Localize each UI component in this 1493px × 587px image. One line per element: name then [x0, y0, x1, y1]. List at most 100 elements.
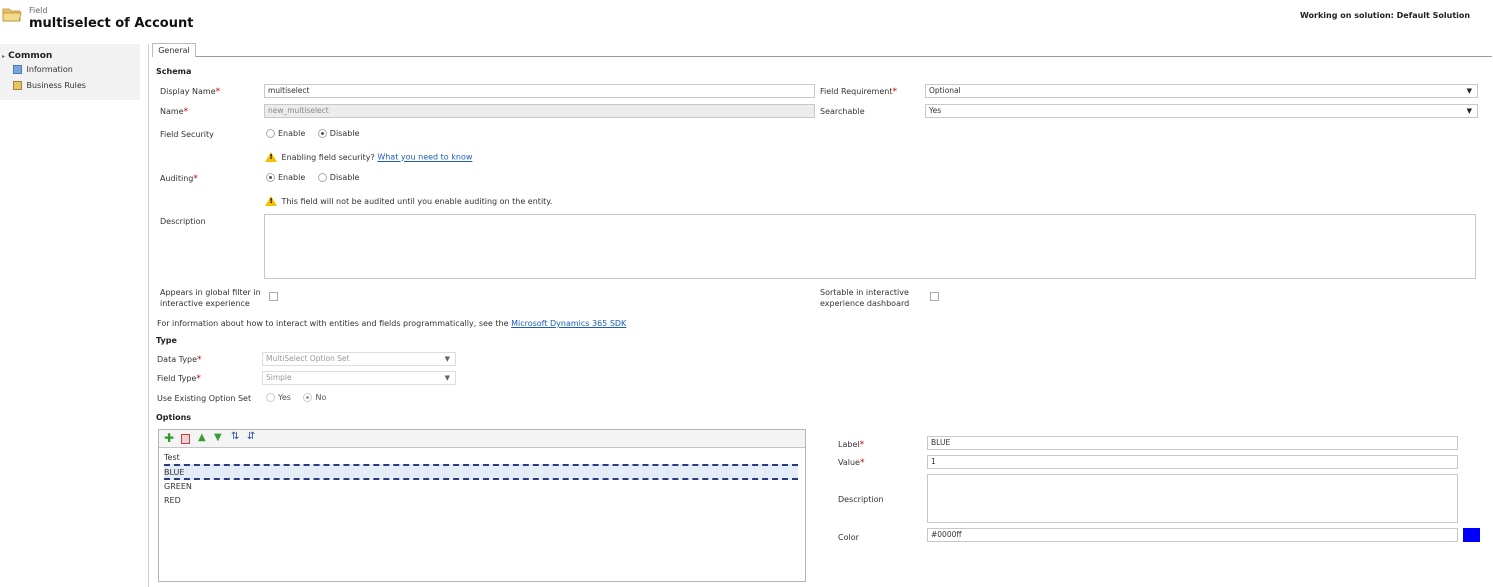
field-type-select[interactable]: Simple ▼	[262, 371, 456, 385]
use-existing-no-radio[interactable]	[303, 393, 313, 402]
required-marker: *	[183, 107, 189, 117]
sidebar: ▸ Common Information Business Rules	[0, 44, 140, 100]
option-value-label-text: Value	[838, 458, 860, 467]
sidebar-group-common[interactable]: ▸ Common	[2, 51, 52, 61]
sdk-info-text: For information about how to interact wi…	[157, 319, 509, 328]
option-description-label: Description	[838, 495, 884, 504]
name-input[interactable]: new_multiselect	[264, 104, 815, 118]
sdk-link[interactable]: Microsoft Dynamics 365 SDK	[511, 319, 626, 328]
field-security-enable-radio[interactable]	[266, 129, 275, 138]
name-label-text: Name	[160, 107, 184, 116]
required-marker: *	[197, 355, 202, 365]
data-type-label-text: Data Type	[157, 355, 198, 364]
tab-label: General	[158, 46, 190, 55]
chevron-down-icon: ▼	[1466, 87, 1472, 95]
auditing-disable-radio[interactable]	[317, 173, 327, 182]
option-value-input[interactable]: 1	[927, 455, 1458, 469]
options-panel: ✚ ▲ ▼ ⇅ ⇵ Test BLUE GREEN RED	[158, 429, 806, 582]
searchable-select[interactable]: Yes ▼	[925, 104, 1478, 118]
sort-ascending-icon[interactable]: ⇅	[231, 431, 239, 443]
field-requirement-label: Field Requirement*	[820, 87, 897, 97]
sort-descending-icon[interactable]: ⇵	[247, 431, 255, 443]
option-item-green[interactable]: GREEN	[164, 480, 798, 494]
use-existing-label: Use Existing Option Set	[157, 394, 252, 403]
field-requirement-label-text: Field Requirement	[820, 87, 893, 96]
option-item-blue[interactable]: BLUE	[164, 464, 798, 480]
options-list: Test BLUE GREEN RED	[164, 452, 798, 508]
tab-general[interactable]: General	[152, 43, 196, 57]
option-label-label: Label*	[838, 440, 864, 450]
option-color-label: Color	[838, 533, 859, 542]
auditing-label: Auditing*	[160, 174, 198, 184]
schema-heading: Schema	[156, 67, 192, 76]
radio-label: Enable	[278, 129, 306, 138]
required-marker: *	[196, 374, 201, 384]
move-down-icon[interactable]: ▼	[214, 432, 222, 444]
display-name-input[interactable]: multiselect	[264, 84, 815, 98]
use-existing-radio-group: Yes No	[266, 393, 336, 402]
add-icon[interactable]: ✚	[164, 432, 174, 444]
sidebar-group-label: Common	[8, 51, 53, 61]
required-marker: *	[215, 87, 221, 97]
sortable-label-line1: Sortable in interactive	[820, 288, 909, 297]
security-help-link[interactable]: What you need to know	[377, 153, 472, 162]
option-item-test[interactable]: Test	[164, 452, 798, 464]
options-toolbar: ✚ ▲ ▼ ⇅ ⇵	[159, 430, 805, 448]
description-textarea[interactable]	[264, 214, 1476, 279]
description-label: Description	[160, 217, 206, 226]
required-marker: *	[859, 458, 865, 468]
data-type-value: MultiSelect Option Set	[266, 354, 350, 363]
global-filter-label-line1: Appears in global filter in	[160, 288, 261, 297]
auditing-label-text: Auditing	[160, 174, 194, 183]
global-filter-checkbox[interactable]	[269, 292, 278, 301]
collapse-icon: ▸	[2, 53, 6, 60]
display-name-label: Display Name*	[160, 87, 220, 97]
radio-label: Enable	[278, 173, 306, 182]
searchable-label: Searchable	[820, 107, 865, 116]
audit-warning: This field will not be audited until you…	[265, 196, 552, 206]
option-item-red[interactable]: RED	[164, 494, 798, 508]
field-type-label-text: Field Type	[157, 374, 197, 383]
field-type-value: Simple	[266, 373, 292, 382]
page-title: multiselect of Account	[29, 16, 194, 31]
warning-icon	[265, 152, 277, 162]
option-label-label-text: Label	[838, 440, 860, 449]
field-security-disable-radio[interactable]	[317, 129, 327, 138]
move-up-icon[interactable]: ▲	[198, 432, 206, 444]
global-filter-label: Appears in global filter in interactive …	[160, 287, 261, 309]
data-type-select[interactable]: MultiSelect Option Set ▼	[262, 352, 456, 366]
sidebar-item-business-rules[interactable]: Business Rules	[13, 81, 86, 90]
field-type-label: Field Type*	[157, 374, 201, 384]
chevron-down-icon: ▼	[444, 374, 450, 382]
option-description-textarea[interactable]	[927, 474, 1458, 523]
chevron-down-icon: ▼	[444, 355, 450, 363]
delete-icon[interactable]	[181, 434, 190, 444]
global-filter-label-line2: interactive experience	[160, 299, 250, 308]
radio-label: No	[315, 393, 327, 402]
sdk-info: For information about how to interact wi…	[157, 319, 626, 328]
radio-label: Disable	[329, 173, 360, 182]
sortable-label-line2: experience dashboard	[820, 299, 910, 308]
security-warning: Enabling field security? What you need t…	[265, 152, 472, 162]
sidebar-item-information[interactable]: Information	[13, 65, 73, 74]
searchable-value: Yes	[929, 106, 942, 115]
sidebar-item-label: Information	[26, 65, 73, 74]
field-requirement-select[interactable]: Optional ▼	[925, 84, 1478, 98]
color-swatch[interactable]	[1463, 528, 1480, 542]
content-divider	[148, 44, 149, 587]
option-color-input[interactable]: #0000ff	[927, 528, 1458, 542]
sortable-checkbox[interactable]	[930, 292, 939, 301]
solution-indicator: Working on solution: Default Solution	[1300, 11, 1471, 20]
auditing-enable-radio[interactable]	[266, 173, 275, 182]
field-requirement-value: Optional	[929, 86, 961, 95]
radio-label: Yes	[278, 393, 291, 402]
security-warning-text: Enabling field security?	[281, 152, 375, 162]
option-label-input[interactable]: BLUE	[927, 436, 1458, 450]
tab-underline	[196, 56, 1492, 57]
entity-type-label: Field	[29, 6, 48, 15]
required-marker: *	[859, 440, 865, 450]
use-existing-yes-radio[interactable]	[266, 393, 275, 402]
name-label: Name*	[160, 107, 188, 117]
option-value-label: Value*	[838, 458, 864, 468]
information-icon	[13, 65, 22, 74]
